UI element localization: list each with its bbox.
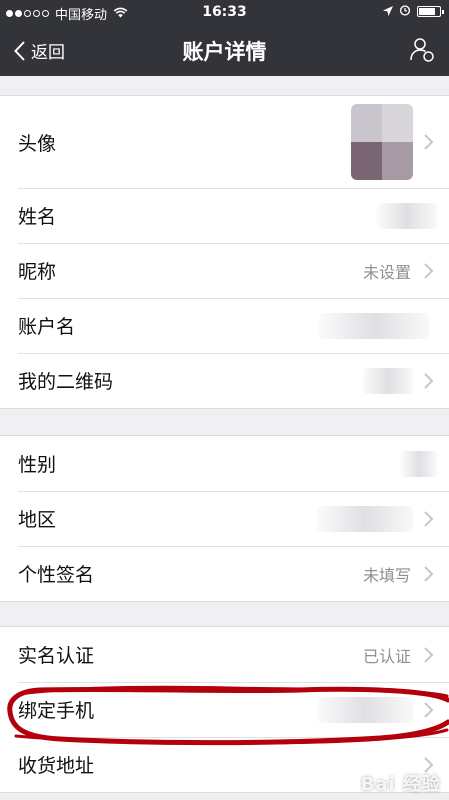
row-label: 昵称: [18, 261, 57, 283]
status-right: [383, 4, 444, 19]
row-label: 绑定手机: [18, 700, 95, 722]
row-nickname[interactable]: 昵称 未设置: [0, 243, 449, 298]
row-value: 未填写: [362, 565, 411, 585]
back-button[interactable]: 返回: [14, 38, 65, 63]
chevron-right-icon: [424, 372, 434, 389]
row-label: 收货地址: [18, 755, 95, 777]
chevron-right-icon: [424, 565, 434, 582]
security-group: 实名认证 已认证 绑定手机 收货地址: [0, 626, 449, 793]
location-arrow-icon: [383, 5, 393, 19]
back-label: 返回: [31, 43, 65, 63]
row-label: 实名认证: [18, 645, 95, 667]
row-value: 已认证: [362, 646, 411, 666]
personal-info-group: 性别 地区 个性签名 未填写: [0, 435, 449, 602]
status-time: 16:33: [202, 4, 247, 20]
row-label: 姓名: [18, 206, 57, 228]
redacted-value: [377, 202, 437, 229]
redacted-value: [319, 312, 429, 339]
back-chevron-icon: [14, 40, 25, 61]
row-bind-phone[interactable]: 绑定手机: [0, 682, 449, 737]
chevron-right-icon: [424, 701, 434, 718]
chevron-right-icon: [424, 646, 434, 663]
avatar: [351, 104, 413, 180]
user-settings-button[interactable]: [409, 36, 435, 66]
row-name[interactable]: 姓名: [0, 188, 449, 243]
row-label: 头像: [18, 132, 57, 155]
chevron-right-icon: [424, 134, 434, 150]
redacted-value: [317, 696, 413, 723]
row-real-name-verification[interactable]: 实名认证 已认证: [0, 627, 449, 682]
user-settings-icon: [410, 38, 434, 62]
row-label: 个性签名: [18, 564, 95, 586]
redacted-value: [363, 367, 413, 394]
alarm-icon: [399, 4, 411, 19]
row-account-name[interactable]: 账户名: [0, 298, 449, 353]
battery-icon: [417, 6, 444, 17]
page-title: 账户详情: [182, 40, 267, 64]
row-label: 性别: [18, 454, 57, 476]
row-label: 我的二维码: [18, 371, 114, 393]
row-label: 账户名: [18, 316, 76, 338]
row-avatar[interactable]: 头像: [0, 96, 449, 188]
row-region[interactable]: 地区: [0, 491, 449, 546]
redacted-value: [401, 450, 437, 477]
status-bar: 中国移动 16:33: [0, 0, 449, 24]
row-gender[interactable]: 性别: [0, 436, 449, 491]
navigation-bar: 返回 账户详情: [0, 24, 449, 76]
profile-group: 头像 姓名 昵称 未设置 账户名 我的二维码: [0, 95, 449, 409]
row-value: 未设置: [362, 262, 411, 282]
chevron-right-icon: [424, 510, 434, 527]
row-qr-code[interactable]: 我的二维码: [0, 353, 449, 408]
redacted-value: [317, 505, 413, 532]
chevron-right-icon: [424, 262, 434, 279]
watermark: Bai 经验: [360, 774, 441, 795]
row-label: 地区: [18, 509, 57, 531]
row-signature[interactable]: 个性签名 未填写: [0, 546, 449, 601]
